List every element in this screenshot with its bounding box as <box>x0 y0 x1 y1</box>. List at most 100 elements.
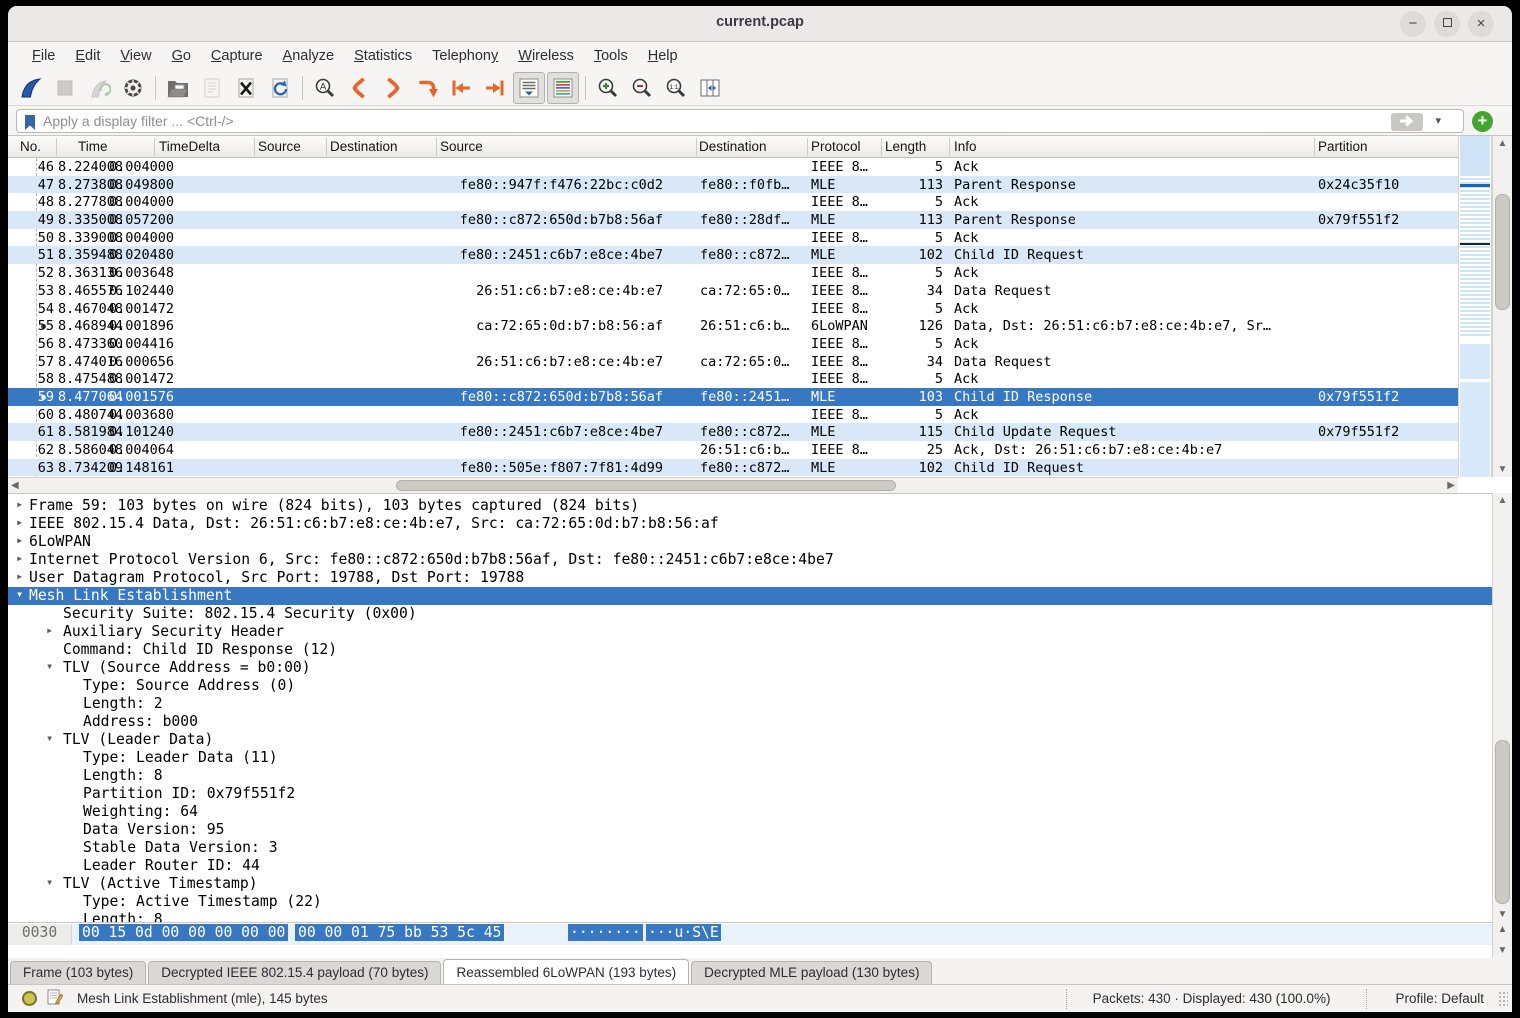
vscroll-thumb[interactable] <box>1495 194 1510 310</box>
collapsed-arrow-icon[interactable]: ▸ <box>16 569 23 583</box>
detail-line[interactable]: Type: Active Timestamp (22) <box>8 893 1492 911</box>
minimize-icon[interactable]: − <box>1400 11 1426 37</box>
detail-line[interactable]: ▸IEEE 802.15.4 Data, Dst: 26:51:c6:b7:e8… <box>8 515 1492 533</box>
byte-tab-0[interactable]: Frame (103 bytes) <box>10 961 146 984</box>
detail-line[interactable]: ▸6LoWPAN <box>8 533 1492 551</box>
packet-row[interactable]: 538.4655760.10244026:51:c6:b7:e8:ce:4b:e… <box>8 282 1458 300</box>
column-header-destination[interactable]: Destination <box>330 139 398 154</box>
zoom-in-icon[interactable] <box>592 72 624 104</box>
detail-line[interactable]: Length: 2 <box>8 695 1492 713</box>
menu-tools[interactable]: Tools <box>584 46 638 66</box>
scroll-right-icon[interactable]: ▶ <box>1447 480 1455 491</box>
packet-row[interactable]: 618.5819840.101240fe80::2451:c6b7:e8ce:4… <box>8 423 1458 441</box>
column-separator[interactable] <box>881 138 882 156</box>
go-forward-icon[interactable] <box>377 72 409 104</box>
start-capture-icon[interactable] <box>15 72 47 104</box>
packet-list-vscrollbar[interactable]: ▲ ▼ <box>1492 136 1512 477</box>
collapsed-arrow-icon[interactable]: ▸ <box>16 533 23 547</box>
column-separator[interactable] <box>154 138 155 156</box>
go-first-icon[interactable] <box>445 72 477 104</box>
display-filter-input[interactable]: Apply a display filter ... <Ctrl-/> ▾ + <box>16 109 1464 133</box>
detail-line[interactable]: ▸User Datagram Protocol, Src Port: 19788… <box>8 569 1492 587</box>
bookmark-icon[interactable] <box>23 114 37 136</box>
detail-line[interactable]: ▸Auxiliary Security Header <box>8 623 1492 641</box>
column-header-partition[interactable]: Partition <box>1318 139 1368 154</box>
packet-row[interactable]: 528.3631360.003648IEEE 8…5Ack <box>8 264 1458 282</box>
column-separator[interactable] <box>949 138 950 156</box>
packet-row[interactable]: 498.3350080.057200fe80::c872:650d:b7b8:5… <box>8 211 1458 229</box>
go-back-icon[interactable] <box>343 72 375 104</box>
menu-file[interactable]: File <box>22 46 65 66</box>
scroll-down-icon[interactable]: ▼ <box>1493 945 1512 956</box>
collapsed-arrow-icon[interactable]: ▸ <box>16 551 23 565</box>
profile-status[interactable]: Profile: Default <box>1366 989 1484 1009</box>
menu-analyze[interactable]: Analyze <box>273 46 345 66</box>
packet-row[interactable]: 608.4807440.003680IEEE 8…5Ack <box>8 406 1458 424</box>
capture-options-icon[interactable] <box>117 72 149 104</box>
save-file-icon[interactable] <box>196 72 228 104</box>
hex-bytes-selected[interactable]: 00 00 01 75 bb 53 5c 45 <box>295 924 504 941</box>
hex-bytes-selected[interactable]: 00 15 0d 00 00 00 00 00 <box>79 924 288 941</box>
hex-ascii-selected[interactable]: ········ <box>568 924 643 941</box>
column-header-source[interactable]: Source <box>440 139 483 154</box>
menu-statistics[interactable]: Statistics <box>344 46 422 66</box>
byte-tab-1[interactable]: Decrypted IEEE 802.15.4 payload (70 byte… <box>148 961 441 984</box>
detail-line[interactable]: Security Suite: 802.15.4 Security (0x00) <box>8 605 1492 623</box>
menu-help[interactable]: Help <box>638 46 688 66</box>
maximize-icon[interactable] <box>1434 11 1460 37</box>
open-file-icon[interactable] <box>162 72 194 104</box>
scroll-left-icon[interactable]: ◀ <box>11 480 19 491</box>
detail-line[interactable]: ▸Frame 59: 103 bytes on wire (824 bits),… <box>8 497 1492 515</box>
collapsed-arrow-icon[interactable]: ▸ <box>16 497 23 511</box>
column-header-destination[interactable]: Destination <box>699 139 767 154</box>
detail-line[interactable]: Length: 8 <box>8 767 1492 785</box>
packet-row[interactable]: 548.4670480.001472IEEE 8…5Ack <box>8 300 1458 318</box>
scroll-down-icon[interactable]: ▼ <box>1493 909 1512 920</box>
detail-scroll-thumb[interactable] <box>1495 740 1510 904</box>
detail-vscrollbar[interactable]: ▲ ▼ <box>1492 493 1512 922</box>
detail-line[interactable]: Weighting: 64 <box>8 803 1492 821</box>
detail-line[interactable]: Stable Data Version: 3 <box>8 839 1492 857</box>
hex-ascii-selected[interactable]: ···u·S\E <box>646 924 721 941</box>
packet-row[interactable]: 558.4689440.001896ca:72:65:0d:b7:b8:56:a… <box>8 317 1458 335</box>
packet-row[interactable]: 468.2240080.004000IEEE 8…5Ack <box>8 158 1458 176</box>
go-to-packet-icon[interactable] <box>411 72 443 104</box>
column-separator[interactable] <box>436 138 437 156</box>
menu-go[interactable]: Go <box>162 46 201 66</box>
packet-row[interactable]: 588.4754880.001472IEEE 8…5Ack <box>8 370 1458 388</box>
stop-capture-icon[interactable] <box>49 72 81 104</box>
close-icon[interactable]: × <box>1468 11 1494 37</box>
hscroll-thumb[interactable] <box>396 480 896 491</box>
apply-arrow-icon[interactable] <box>1391 113 1423 131</box>
collapsed-arrow-icon[interactable]: ▸ <box>46 623 53 637</box>
auto-scroll-icon[interactable] <box>513 72 545 104</box>
packet-row[interactable]: 508.3390080.004000IEEE 8…5Ack <box>8 229 1458 247</box>
column-separator[interactable] <box>56 138 57 156</box>
packet-row[interactable]: 578.4740160.00065626:51:c6:b7:e8:ce:4b:e… <box>8 353 1458 371</box>
column-header-source[interactable]: Source <box>258 139 301 154</box>
scroll-up-icon[interactable]: ▲ <box>1493 924 1512 935</box>
column-header-info[interactable]: Info <box>954 139 977 154</box>
resize-grip[interactable] <box>1498 991 1508 1007</box>
byte-tab-2[interactable]: Reassembled 6LoWPAN (193 bytes) <box>443 959 689 984</box>
menu-view[interactable]: View <box>110 46 161 66</box>
menu-capture[interactable]: Capture <box>201 46 273 66</box>
detail-line[interactable]: ▾Mesh Link Establishment <box>8 587 1492 605</box>
detail-line[interactable]: Partition ID: 0x79f551f2 <box>8 785 1492 803</box>
scroll-down-icon[interactable]: ▼ <box>1493 464 1512 475</box>
packet-list-hscrollbar[interactable]: ◀ ▶ <box>8 477 1458 493</box>
expanded-arrow-icon[interactable]: ▾ <box>46 731 53 745</box>
detail-line[interactable]: Command: Child ID Response (12) <box>8 641 1492 659</box>
scroll-up-icon[interactable]: ▲ <box>1493 138 1512 149</box>
restart-capture-icon[interactable] <box>83 72 115 104</box>
detail-line[interactable]: Leader Router ID: 44 <box>8 857 1492 875</box>
column-header-timedelta[interactable]: TimeDelta <box>159 139 220 154</box>
hex-vscrollbar[interactable]: ▲ ▼ <box>1492 922 1512 958</box>
detail-line[interactable]: Address: b000 <box>8 713 1492 731</box>
packet-row[interactable]: 478.2738080.049800fe80::947f:f476:22bc:c… <box>8 176 1458 194</box>
packet-row[interactable]: 568.4733600.004416IEEE 8…5Ack <box>8 335 1458 353</box>
menu-edit[interactable]: Edit <box>65 46 110 66</box>
close-file-icon[interactable] <box>230 72 262 104</box>
detail-line[interactable]: Data Version: 95 <box>8 821 1492 839</box>
dropdown-caret-icon[interactable]: ▾ <box>1435 114 1441 127</box>
